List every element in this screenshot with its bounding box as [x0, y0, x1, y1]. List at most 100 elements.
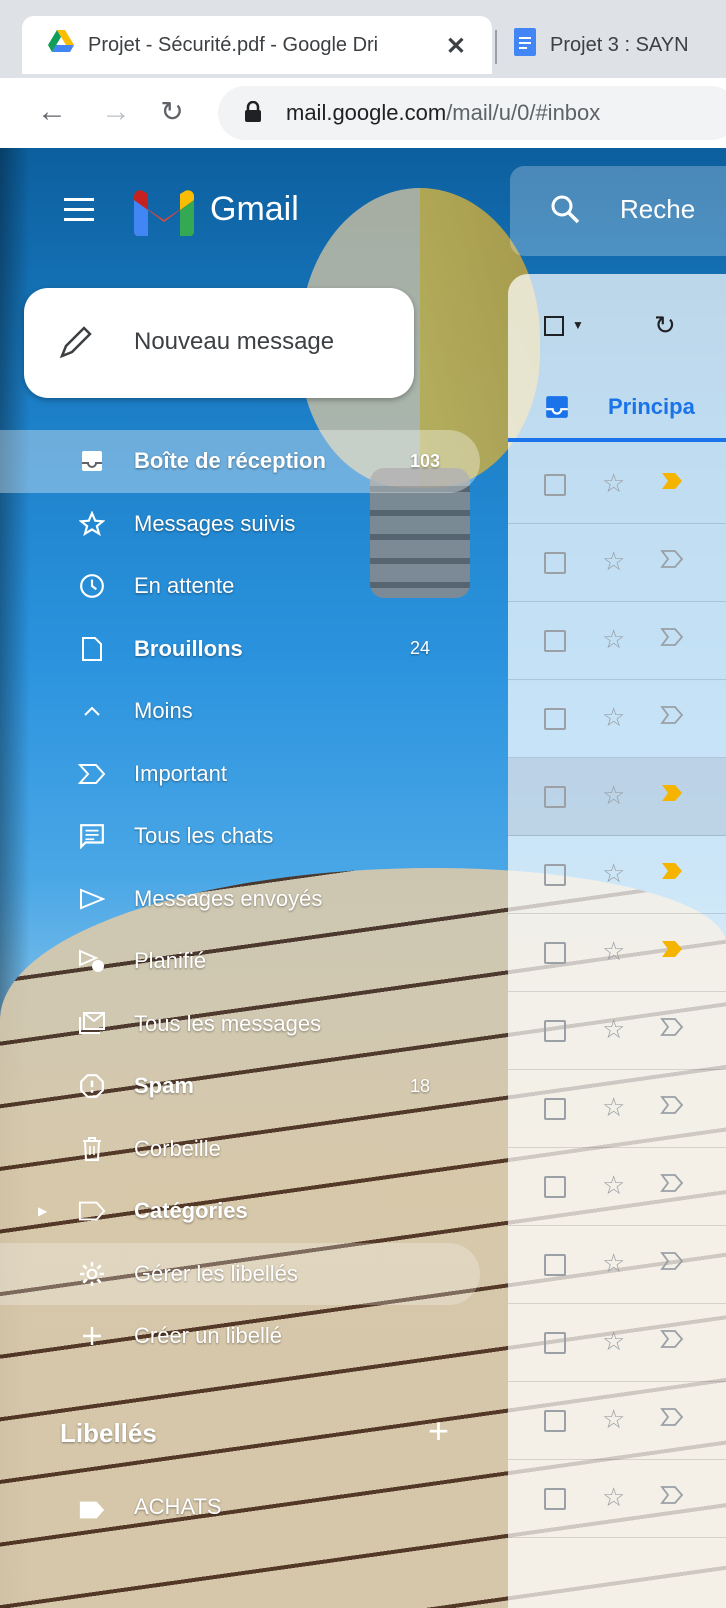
sidebar-item-starred[interactable]: Messages suivis [0, 493, 480, 556]
compose-button[interactable]: Nouveau message [24, 288, 414, 398]
sidebar-item-label: ACHATS [134, 1494, 222, 1519]
star-icon[interactable]: ☆ [602, 1014, 625, 1045]
table-row[interactable]: ☆ [508, 1070, 726, 1148]
draft-icon [78, 635, 106, 663]
important-marker-icon[interactable] [660, 860, 686, 887]
row-checkbox[interactable] [544, 1176, 566, 1198]
back-icon[interactable]: ← [30, 90, 74, 134]
add-label-icon[interactable]: + [428, 1410, 449, 1452]
row-checkbox[interactable] [544, 864, 566, 886]
star-icon[interactable]: ☆ [602, 624, 625, 655]
sidebar-item-label-achats[interactable]: ACHATS [0, 1480, 480, 1540]
tab-primary[interactable]: Principa [508, 374, 726, 442]
sidebar-item-chats[interactable]: Tous les chats [0, 805, 480, 868]
address-bar[interactable]: mail.google.com/mail/u/0/#inbox [218, 86, 726, 140]
table-row[interactable]: ☆ [508, 1382, 726, 1460]
forward-icon[interactable]: → [94, 90, 138, 134]
important-marker-icon[interactable] [660, 470, 686, 497]
tab-title: Projet 3 : SAYN [550, 33, 689, 56]
table-row[interactable]: ☆ [508, 992, 726, 1070]
star-icon[interactable]: ☆ [602, 1482, 625, 1513]
row-checkbox[interactable] [544, 474, 566, 496]
sidebar-item-scheduled[interactable]: Planifié [0, 930, 480, 993]
row-checkbox[interactable] [544, 1098, 566, 1120]
table-row[interactable]: ☆ [508, 914, 726, 992]
table-row[interactable]: ☆ [508, 446, 726, 524]
table-row[interactable]: ☆ [508, 758, 726, 836]
table-row[interactable]: ☆ [508, 1304, 726, 1382]
star-icon[interactable]: ☆ [602, 936, 625, 967]
select-all-checkbox[interactable] [544, 316, 564, 336]
tab-drive-pdf[interactable]: Projet - Sécurité.pdf - Google Dri ✕ [22, 16, 492, 74]
sidebar-item-inbox[interactable]: Boîte de réception 103 [0, 430, 480, 493]
star-icon[interactable]: ☆ [602, 780, 625, 811]
table-row[interactable]: ☆ [508, 602, 726, 680]
star-icon[interactable]: ☆ [602, 468, 625, 499]
google-docs-icon [514, 28, 536, 62]
star-icon[interactable]: ☆ [602, 1170, 625, 1201]
table-row[interactable]: ☆ [508, 1148, 726, 1226]
tab-title: Projet - Sécurité.pdf - Google Dri [88, 33, 379, 56]
important-marker-icon[interactable] [660, 782, 686, 809]
table-row[interactable]: ☆ [508, 1226, 726, 1304]
sidebar-item-trash[interactable]: Corbeille [0, 1118, 480, 1181]
important-marker-icon[interactable] [660, 938, 686, 965]
chevron-down-icon[interactable]: ▼ [572, 318, 584, 332]
menu-icon[interactable] [64, 198, 94, 222]
sidebar-item-label: Planifié [134, 948, 207, 974]
row-checkbox[interactable] [544, 1410, 566, 1432]
star-icon[interactable]: ☆ [602, 1092, 625, 1123]
row-checkbox[interactable] [544, 1488, 566, 1510]
important-marker-icon[interactable] [660, 1016, 686, 1043]
table-row[interactable]: ☆ [508, 680, 726, 758]
row-checkbox[interactable] [544, 942, 566, 964]
important-marker-icon[interactable] [660, 1172, 686, 1199]
star-icon[interactable]: ☆ [602, 702, 625, 733]
row-checkbox[interactable] [544, 1020, 566, 1042]
close-icon[interactable]: ✕ [446, 32, 466, 61]
reload-icon[interactable]: ↻ [150, 90, 194, 134]
important-marker-icon[interactable] [660, 548, 686, 575]
table-row[interactable]: ☆ [508, 1460, 726, 1538]
plus-icon [78, 1322, 106, 1350]
important-marker-icon[interactable] [660, 1406, 686, 1433]
sidebar-item-snoozed[interactable]: En attente [0, 555, 480, 618]
google-drive-icon [48, 30, 74, 60]
sidebar-item-all-mail[interactable]: Tous les messages [0, 993, 480, 1056]
spam-count: 18 [410, 1075, 431, 1096]
gmail-logo-icon[interactable] [134, 190, 194, 241]
star-icon[interactable]: ☆ [602, 1248, 625, 1279]
row-checkbox[interactable] [544, 552, 566, 574]
sidebar-item-spam[interactable]: Spam 18 [0, 1055, 480, 1118]
table-row[interactable]: ☆ [508, 524, 726, 602]
important-marker-icon[interactable] [660, 1094, 686, 1121]
row-checkbox[interactable] [544, 1254, 566, 1276]
important-marker-icon[interactable] [660, 1250, 686, 1277]
sidebar-item-important[interactable]: Important [0, 743, 480, 806]
tab-docs[interactable]: Projet 3 : SAYN [510, 16, 726, 74]
important-marker-icon[interactable] [660, 626, 686, 653]
row-checkbox[interactable] [544, 786, 566, 808]
important-marker-icon[interactable] [660, 1328, 686, 1355]
sidebar-item-categories[interactable]: ▶ Catégories [0, 1180, 480, 1243]
search-icon[interactable] [550, 194, 580, 229]
star-icon[interactable]: ☆ [602, 546, 625, 577]
sidebar-item-manage-labels[interactable]: Gérer les libellés [0, 1242, 480, 1305]
star-icon[interactable]: ☆ [602, 1404, 625, 1435]
row-checkbox[interactable] [544, 708, 566, 730]
row-checkbox[interactable] [544, 1332, 566, 1354]
sidebar-item-sent[interactable]: Messages envoyés [0, 868, 480, 931]
sidebar-item-drafts[interactable]: Brouillons 24 [0, 618, 480, 681]
search-input[interactable]: Reche [510, 166, 726, 256]
star-icon[interactable]: ☆ [602, 1326, 625, 1357]
refresh-icon[interactable]: ↻ [654, 310, 676, 341]
important-marker-icon[interactable] [660, 704, 686, 731]
sidebar-item-less[interactable]: Moins [0, 680, 480, 743]
expand-arrow-icon[interactable]: ▶ [38, 1204, 47, 1218]
row-checkbox[interactable] [544, 630, 566, 652]
star-icon[interactable]: ☆ [602, 858, 625, 889]
important-marker-icon[interactable] [660, 1484, 686, 1511]
table-row[interactable]: ☆ [508, 836, 726, 914]
sidebar-item-create-label[interactable]: Créer un libellé [0, 1305, 480, 1368]
gmail-app: Gmail Reche Nouveau message Boîte de réc… [0, 148, 726, 1608]
